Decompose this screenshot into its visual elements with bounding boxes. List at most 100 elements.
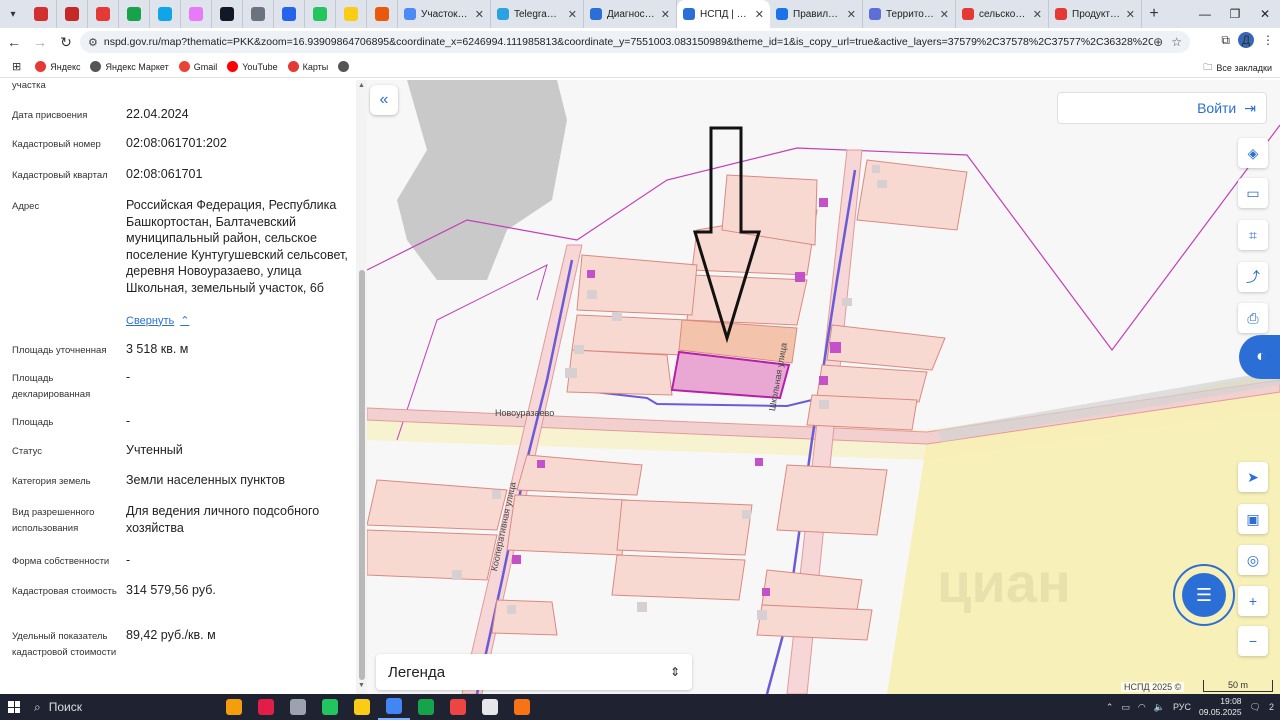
pinned-tab[interactable] xyxy=(26,0,57,28)
taskbar-app[interactable] xyxy=(442,694,474,720)
login-button[interactable]: Войти ⇥ xyxy=(1057,92,1267,124)
browser-tab[interactable]: Правила зе ✕ xyxy=(770,0,863,28)
wifi-icon[interactable]: ◠ xyxy=(1138,702,1146,713)
browser-menu-icon[interactable]: ⋮ xyxy=(1262,33,1274,47)
address-bar[interactable]: ⚙ nspd.gov.ru/map?thematic=PKK&zoom=16.9… xyxy=(80,31,1190,53)
pinned-tab[interactable] xyxy=(336,0,367,28)
all-bookmarks[interactable]: 🗀 Все закладки xyxy=(1203,60,1272,76)
info-value[interactable]: - xyxy=(126,413,352,430)
taskbar-app[interactable] xyxy=(378,694,410,720)
map-canvas[interactable] xyxy=(367,80,1280,694)
tab-close-icon[interactable]: ✕ xyxy=(755,8,764,21)
bookmark-item[interactable] xyxy=(338,61,353,72)
taskbar-app[interactable] xyxy=(410,694,442,720)
tab-close-icon[interactable]: ✕ xyxy=(568,8,577,21)
back-icon[interactable]: ← xyxy=(2,30,26,54)
search-area-button[interactable]: ⌗ xyxy=(1238,220,1268,250)
info-value[interactable]: 3 518 кв. м xyxy=(126,341,352,358)
restore-icon[interactable]: ❐ xyxy=(1220,0,1250,28)
pinned-tab[interactable] xyxy=(88,0,119,28)
scroll-up-icon[interactable]: ▲ xyxy=(357,82,366,92)
site-info-icon[interactable]: ⚙ xyxy=(88,36,98,49)
tab-close-icon[interactable]: ✕ xyxy=(1126,8,1135,21)
collapse-panel-button[interactable]: « xyxy=(370,85,398,115)
geolocation-button[interactable]: ➤ xyxy=(1238,462,1268,492)
clock[interactable]: 19:08 09.05.2025 xyxy=(1199,696,1242,718)
forward-icon[interactable]: → xyxy=(28,30,52,54)
pinned-tab[interactable] xyxy=(305,0,336,28)
info-value[interactable]: 02:08:061701:202 xyxy=(126,135,352,152)
zoom-out-button[interactable]: − xyxy=(1238,626,1268,656)
map-view[interactable]: Новоуразаево Школьная улица Кооперативна… xyxy=(367,80,1280,694)
language-indicator[interactable]: РУС xyxy=(1173,702,1191,712)
location-button[interactable]: ◎ xyxy=(1238,545,1268,575)
browser-tab[interactable]: Участок 10 ✕ xyxy=(398,0,491,28)
panel-scroll-thumb[interactable] xyxy=(359,270,365,680)
bookmark-item[interactable]: Gmail xyxy=(178,61,217,72)
bookmark-item[interactable]: YouTube xyxy=(227,61,278,72)
tray-chevron-icon[interactable]: ⌃ xyxy=(1106,702,1114,713)
pinned-tab[interactable] xyxy=(243,0,274,28)
tab-close-icon[interactable]: ✕ xyxy=(475,8,484,21)
taskbar-app[interactable] xyxy=(474,694,506,720)
start-button[interactable] xyxy=(0,694,28,720)
measure-button[interactable]: ▭ xyxy=(1238,178,1268,208)
tab-close-icon[interactable]: ✕ xyxy=(847,8,856,21)
minimap-button[interactable]: ▣ xyxy=(1238,504,1268,534)
minimize-icon[interactable]: — xyxy=(1190,0,1220,28)
legend-bar[interactable]: Легенда ⇕ xyxy=(376,654,692,690)
taskbar-app[interactable] xyxy=(250,694,282,720)
pinned-tab[interactable] xyxy=(274,0,305,28)
pinned-tab[interactable] xyxy=(212,0,243,28)
zoom-in-button[interactable]: + xyxy=(1238,586,1268,616)
browser-tab[interactable]: НСПД | Гео ✕ xyxy=(677,0,770,28)
reload-icon[interactable]: ↻ xyxy=(54,30,78,54)
bookmark-item[interactable]: Яндекс Маркет xyxy=(90,61,169,72)
info-value[interactable]: - xyxy=(126,369,352,386)
info-value[interactable]: 02:08:061701 xyxy=(126,166,352,183)
taskbar-app[interactable] xyxy=(282,694,314,720)
profile-avatar[interactable]: Д xyxy=(1238,32,1254,48)
info-value[interactable]: 89,42 руб./кв. м xyxy=(126,627,352,644)
taskbar-app[interactable] xyxy=(506,694,538,720)
taskbar-search[interactable]: ⌕ Поиск xyxy=(28,694,218,720)
browser-tab[interactable]: Территория ✕ xyxy=(863,0,956,28)
browser-tab[interactable]: Telegram We ✕ xyxy=(491,0,584,28)
browser-tab[interactable]: Диагностика ✕ xyxy=(584,0,677,28)
browser-tab[interactable]: сельское по ✕ xyxy=(956,0,1049,28)
collapse-address-link[interactable]: Свернуть ⌃ xyxy=(126,314,189,328)
notification-icon[interactable]: 🗨 xyxy=(1250,702,1261,713)
tab-close-icon[interactable]: ✕ xyxy=(1033,8,1042,21)
bookmark-star-icon[interactable]: ☆ xyxy=(1171,35,1182,49)
info-value[interactable]: Для ведения личного подсобного хозяйства xyxy=(126,503,352,536)
bookmark-item[interactable]: Яндекс xyxy=(35,61,80,72)
info-value[interactable]: - xyxy=(126,552,352,569)
close-window-icon[interactable]: ✕ xyxy=(1250,0,1280,28)
url-text[interactable]: nspd.gov.ru/map?thematic=PKK&zoom=16.939… xyxy=(104,36,1153,48)
layers-button[interactable]: ◈ xyxy=(1238,138,1268,168)
volume-icon[interactable]: 🔈 xyxy=(1154,702,1165,713)
tab-close-icon[interactable]: ✕ xyxy=(940,8,949,21)
pinned-tab[interactable] xyxy=(181,0,212,28)
pinned-tab[interactable] xyxy=(57,0,88,28)
pinned-tab[interactable] xyxy=(119,0,150,28)
taskbar-app[interactable] xyxy=(346,694,378,720)
tab-close-icon[interactable]: ✕ xyxy=(661,8,670,21)
info-value[interactable]: 22.04.2024 xyxy=(126,106,352,123)
network-icon[interactable]: ▭ xyxy=(1121,702,1130,713)
pinned-tab[interactable] xyxy=(367,0,398,28)
taskbar-app[interactable] xyxy=(314,694,346,720)
chat-button[interactable]: ☰ xyxy=(1173,564,1235,626)
info-value[interactable]: 314 579,56 руб. xyxy=(126,582,352,599)
browser-tab[interactable]: Продукты - ✕ xyxy=(1049,0,1142,28)
taskbar-app[interactable] xyxy=(218,694,250,720)
scroll-down-icon[interactable]: ▼ xyxy=(357,682,366,692)
gosuslugi-button[interactable]: ◐ xyxy=(1239,335,1280,379)
extensions-icon[interactable]: ⧉ xyxy=(1221,33,1230,48)
zoom-icon[interactable]: ⊕ xyxy=(1153,35,1163,49)
new-tab-button[interactable]: + xyxy=(1142,5,1166,23)
tab-search-icon[interactable]: ▾ xyxy=(0,0,26,28)
print-button[interactable]: ⎙ xyxy=(1238,303,1268,333)
share-button[interactable]: ⤴ xyxy=(1238,262,1268,292)
bookmark-item[interactable]: Карты xyxy=(287,61,328,72)
